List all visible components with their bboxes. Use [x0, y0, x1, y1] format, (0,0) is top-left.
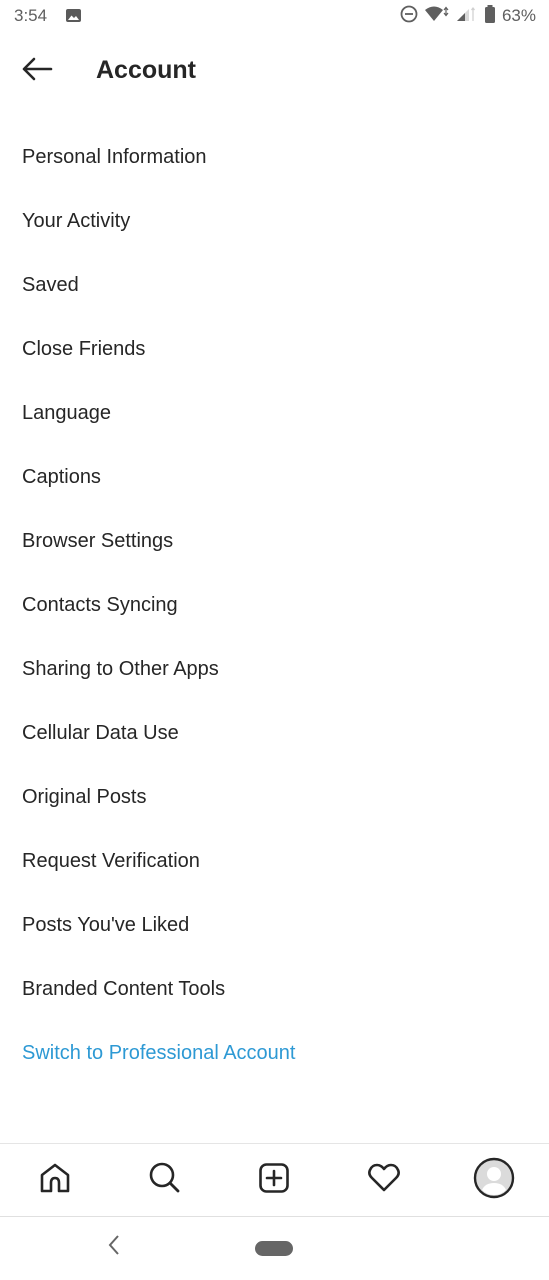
- menu-item-cellular-data-use[interactable]: Cellular Data Use: [0, 701, 549, 765]
- search-icon: [148, 1161, 182, 1200]
- battery-icon: [484, 4, 496, 28]
- menu-item-personal-information[interactable]: Personal Information: [0, 125, 549, 189]
- menu-item-language[interactable]: Language: [0, 381, 549, 445]
- menu-item-contacts-syncing[interactable]: Contacts Syncing: [0, 573, 549, 637]
- menu-item-posts-youve-liked[interactable]: Posts You've Liked: [0, 893, 549, 957]
- menu-item-your-activity[interactable]: Your Activity: [0, 189, 549, 253]
- status-time: 3:54: [14, 6, 48, 25]
- menu-item-browser-settings[interactable]: Browser Settings: [0, 509, 549, 573]
- wifi-icon: [424, 5, 450, 28]
- battery-percent: 63%: [501, 6, 536, 25]
- system-nav-bar: [0, 1217, 549, 1280]
- arrow-left-icon: [21, 57, 53, 86]
- tab-search[interactable]: [135, 1150, 195, 1210]
- menu-item-close-friends[interactable]: Close Friends: [0, 317, 549, 381]
- home-pill-icon[interactable]: [255, 1241, 293, 1256]
- menu-item-original-posts[interactable]: Original Posts: [0, 765, 549, 829]
- do-not-disturb-icon: [400, 5, 418, 28]
- avatar-icon: [473, 1157, 515, 1204]
- chevron-left-icon: [106, 1234, 122, 1261]
- cell-signal-icon: [456, 5, 478, 28]
- account-menu: Personal Information Your Activity Saved…: [0, 125, 549, 1085]
- home-icon: [38, 1162, 72, 1199]
- system-back-button[interactable]: [100, 1233, 128, 1261]
- menu-item-request-verification[interactable]: Request Verification: [0, 829, 549, 893]
- menu-item-saved[interactable]: Saved: [0, 253, 549, 317]
- menu-item-captions[interactable]: Captions: [0, 445, 549, 509]
- menu-item-sharing-to-other-apps[interactable]: Sharing to Other Apps: [0, 637, 549, 701]
- tab-profile[interactable]: [464, 1150, 524, 1210]
- switch-to-professional-account-link[interactable]: Switch to Professional Account: [0, 1021, 549, 1085]
- menu-item-branded-content-tools[interactable]: Branded Content Tools: [0, 957, 549, 1021]
- tab-activity[interactable]: [354, 1150, 414, 1210]
- status-bar: 3:54 63%: [0, 0, 549, 34]
- header: Account: [0, 40, 549, 104]
- status-icons: 63%: [400, 4, 536, 28]
- plus-square-icon: [258, 1162, 290, 1199]
- tab-bar: [0, 1143, 549, 1217]
- page-title: Account: [96, 56, 196, 84]
- gallery-icon: [66, 9, 81, 22]
- back-button[interactable]: [18, 54, 56, 88]
- tab-home[interactable]: [25, 1150, 85, 1210]
- heart-icon: [367, 1163, 401, 1198]
- tab-new-post[interactable]: [244, 1150, 304, 1210]
